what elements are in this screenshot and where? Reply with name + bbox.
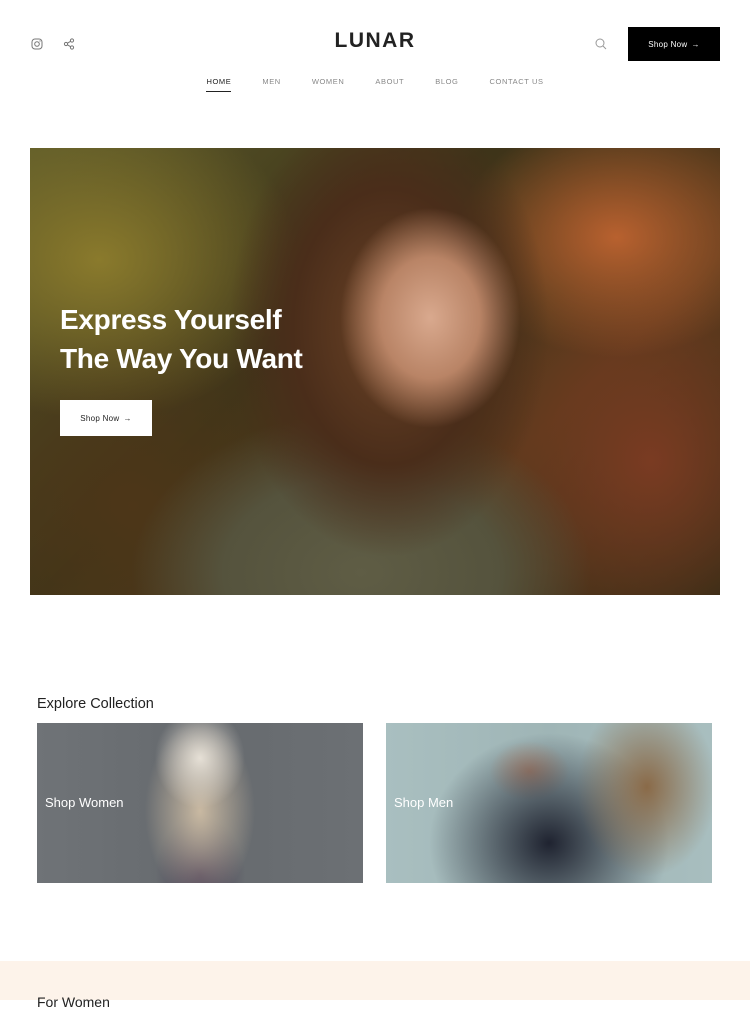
site-header: LUNAR Shop Now → HOME MEN WOMEN ABOUT BL…	[0, 0, 750, 110]
nav-item-home[interactable]: HOME	[191, 77, 247, 92]
nav-item-men[interactable]: MEN	[247, 77, 296, 92]
hero-title-line-2: The Way You Want	[60, 343, 303, 374]
hero-banner: Express Yourself The Way You Want Shop N…	[30, 148, 720, 595]
for-women-heading: For Women	[37, 994, 110, 1010]
header-shop-now-button[interactable]: Shop Now →	[628, 27, 720, 61]
shop-women-card[interactable]: Shop Women	[37, 723, 363, 883]
shop-men-card[interactable]: Shop Men	[386, 723, 712, 883]
explore-collection-heading: Explore Collection	[37, 696, 154, 712]
arrow-right-icon: →	[123, 413, 132, 423]
search-icon[interactable]	[594, 37, 608, 51]
nav-item-contact[interactable]: CONTACT US	[474, 77, 559, 92]
main-nav: HOME MEN WOMEN ABOUT BLOG CONTACT US	[0, 77, 750, 92]
arrow-right-icon: →	[691, 39, 700, 49]
nav-item-blog[interactable]: BLOG	[420, 77, 474, 92]
nav-item-women[interactable]: WOMEN	[296, 77, 360, 92]
shop-men-label: Shop Men	[394, 795, 454, 810]
header-shop-now-label: Shop Now	[648, 39, 688, 49]
hero-title-line-1: Express Yourself	[60, 304, 282, 335]
hero-shop-now-label: Shop Now	[80, 413, 120, 423]
for-women-section: For Women	[0, 961, 750, 1010]
hero-shop-now-button[interactable]: Shop Now →	[60, 400, 152, 436]
nav-item-about[interactable]: ABOUT	[360, 77, 420, 92]
shop-women-label: Shop Women	[45, 795, 124, 810]
hero-title: Express Yourself The Way You Want	[60, 300, 303, 378]
